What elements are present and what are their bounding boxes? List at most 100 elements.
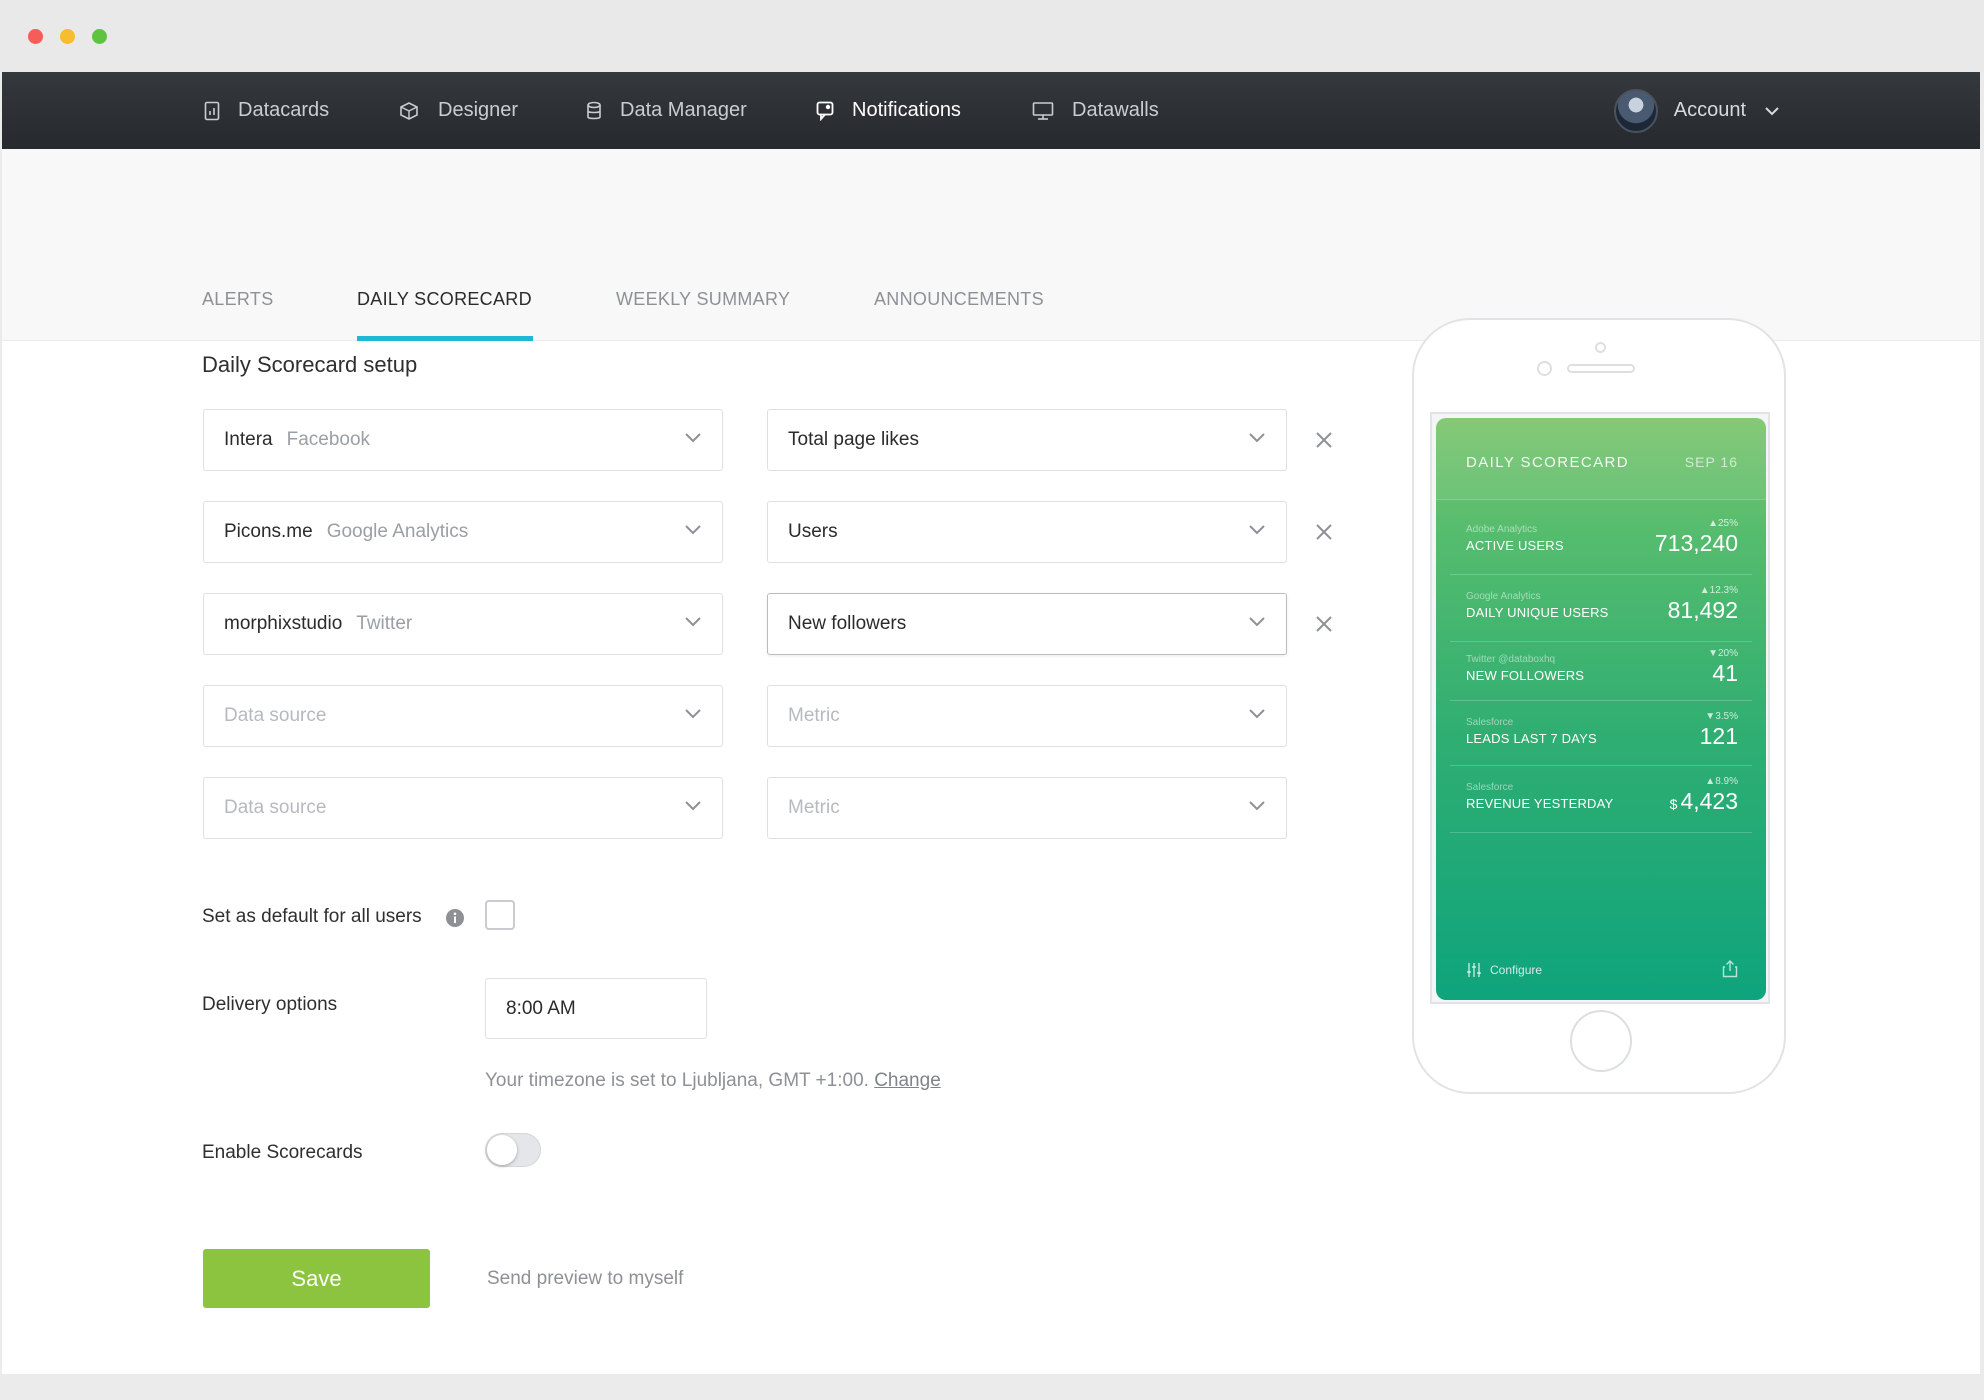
avatar <box>1613 88 1658 133</box>
scorecard-preview-screen: DAILY SCORECARD SEP 16 Adobe Analytics A… <box>1436 418 1766 1000</box>
metric-change: ▼3.5% <box>1705 711 1738 722</box>
metric-name: LEADS LAST 7 DAYS <box>1466 731 1597 746</box>
change-timezone-link[interactable]: Change <box>874 1070 941 1091</box>
metric-source: Adobe Analytics <box>1466 524 1538 535</box>
metric-select[interactable]: New followers <box>767 593 1287 655</box>
phone-camera <box>1537 361 1552 376</box>
metric-select[interactable]: Users <box>767 501 1287 563</box>
metric-name: REVENUE YESTERDAY <box>1466 796 1614 811</box>
timezone-text: Your timezone is set to Ljubljana, GMT +… <box>485 1070 869 1091</box>
nav-label-notifications: Notifications <box>852 99 961 121</box>
metric-value: Total page likes <box>788 429 919 450</box>
close-icon <box>1316 616 1332 632</box>
remove-row-button[interactable] <box>1312 612 1336 636</box>
source-service: Google Analytics <box>326 521 469 542</box>
metric-number: 4,423 <box>1680 788 1738 814</box>
phone-preview: DAILY SCORECARD SEP 16 Adobe Analytics A… <box>1412 318 1786 1094</box>
source-service: Twitter <box>356 613 413 634</box>
sliders-icon <box>1467 963 1481 977</box>
datacards-icon <box>204 101 220 120</box>
remove-row-button[interactable] <box>1312 520 1336 544</box>
close-window-button[interactable] <box>28 29 43 44</box>
metric-source: Salesforce <box>1466 717 1514 728</box>
scorecard-metric-row: Adobe Analytics ACTIVE USERS ▲25% 713,24… <box>1450 508 1752 575</box>
timezone-note: Your timezone is set to Ljubljana, GMT +… <box>485 1070 941 1092</box>
enable-scorecards-toggle[interactable] <box>485 1133 541 1167</box>
nav-item-data-manager[interactable]: Data Manager <box>586 72 747 149</box>
metric-name: ACTIVE USERS <box>1466 538 1564 553</box>
tab-daily-scorecard[interactable]: DAILY SCORECARD <box>357 289 532 310</box>
account-menu[interactable]: Account <box>1613 72 1780 149</box>
delivery-time-input[interactable]: 8:00 AM <box>485 978 707 1039</box>
chevron-down-icon <box>1249 709 1265 719</box>
scorecard-header: DAILY SCORECARD SEP 16 <box>1436 418 1766 500</box>
chevron-down-icon <box>685 709 701 719</box>
info-icon[interactable] <box>445 908 465 928</box>
remove-row-button[interactable] <box>1312 428 1336 452</box>
chevron-down-icon <box>685 801 701 811</box>
metric-select[interactable]: Metric <box>767 777 1287 839</box>
chevron-down-icon <box>1249 801 1265 811</box>
tab-announcements[interactable]: ANNOUNCEMENTS <box>874 289 1044 310</box>
source-placeholder: Data source <box>224 797 327 818</box>
app-content: Datacards Designer Data Manager Notifica… <box>2 72 1980 1374</box>
maximize-window-button[interactable] <box>92 29 107 44</box>
tab-alerts[interactable]: ALERTS <box>202 289 274 310</box>
data-source-select[interactable]: morphixstudio Twitter <box>203 593 723 655</box>
database-icon <box>587 101 601 119</box>
metric-select[interactable]: Metric <box>767 685 1287 747</box>
nav-item-notifications[interactable]: Notifications <box>816 72 961 149</box>
metric-source: Twitter @databoxhq <box>1466 654 1556 665</box>
delivery-time-value: 8:00 AM <box>506 997 576 1019</box>
phone-sensor <box>1595 342 1606 353</box>
source-account: Intera <box>224 429 273 450</box>
send-preview-link[interactable]: Send preview to myself <box>487 1268 683 1290</box>
chevron-down-icon <box>685 433 701 443</box>
metric-placeholder: Metric <box>788 705 840 726</box>
save-button[interactable]: Save <box>203 1249 430 1308</box>
sub-navigation: ALERTS DAILY SCORECARD WEEKLY SUMMARY AN… <box>2 149 1980 341</box>
minimize-window-button[interactable] <box>60 29 75 44</box>
nav-item-designer[interactable]: Designer <box>398 72 518 149</box>
default-for-all-label: Set as default for all users <box>202 906 422 927</box>
nav-label-datacards: Datacards <box>238 99 330 121</box>
data-source-select[interactable]: Data source <box>203 685 723 747</box>
metric-placeholder: Metric <box>788 797 840 818</box>
share-icon[interactable] <box>1722 960 1738 978</box>
metric-source: Google Analytics <box>1466 591 1541 602</box>
enable-scorecards-label: Enable Scorecards <box>202 1142 363 1163</box>
phone-screen-frame: DAILY SCORECARD SEP 16 Adobe Analytics A… <box>1430 412 1770 1004</box>
configure-button[interactable]: Configure <box>1466 962 1542 978</box>
default-for-all-checkbox[interactable] <box>485 900 515 930</box>
metric-number: 41 <box>1712 660 1738 686</box>
tab-weekly-summary[interactable]: WEEKLY SUMMARY <box>616 289 790 310</box>
metric-currency: $ <box>1669 796 1678 812</box>
metric-value: 121 <box>1700 723 1738 750</box>
chevron-down-icon <box>1249 433 1265 443</box>
metric-change: ▼20% <box>1708 648 1738 659</box>
scorecard-metric-row: Twitter @databoxhq NEW FOLLOWERS ▼20% 41 <box>1450 638 1752 701</box>
phone-speaker <box>1567 364 1635 373</box>
nav-item-datawalls[interactable]: Datawalls <box>1032 72 1159 149</box>
nav-label-data-manager: Data Manager <box>620 99 747 121</box>
nav-label-datawalls: Datawalls <box>1072 99 1159 121</box>
phone-home-button <box>1570 1010 1632 1072</box>
metric-number: 81,492 <box>1667 597 1738 623</box>
metric-number: 121 <box>1699 723 1738 749</box>
account-label: Account <box>1673 99 1746 121</box>
metric-name: NEW FOLLOWERS <box>1466 668 1585 683</box>
data-source-select[interactable]: Intera Facebook <box>203 409 723 471</box>
nav-item-datacards[interactable]: Datacards <box>204 72 329 149</box>
metric-number: 713,240 <box>1654 530 1738 556</box>
data-source-select[interactable]: Data source <box>203 777 723 839</box>
designer-icon <box>400 101 418 120</box>
scorecard-metric-row: Salesforce LEADS LAST 7 DAYS ▼3.5% 121 <box>1450 701 1752 766</box>
close-icon <box>1316 524 1332 540</box>
data-source-select[interactable]: Picons.me Google Analytics <box>203 501 723 563</box>
metric-name: DAILY UNIQUE USERS <box>1466 605 1609 620</box>
metric-value: 41 <box>1712 660 1738 687</box>
notifications-icon <box>816 101 834 121</box>
metric-change: ▲12.3% <box>1699 585 1738 596</box>
chevron-down-icon <box>685 617 701 627</box>
metric-select[interactable]: Total page likes <box>767 409 1287 471</box>
